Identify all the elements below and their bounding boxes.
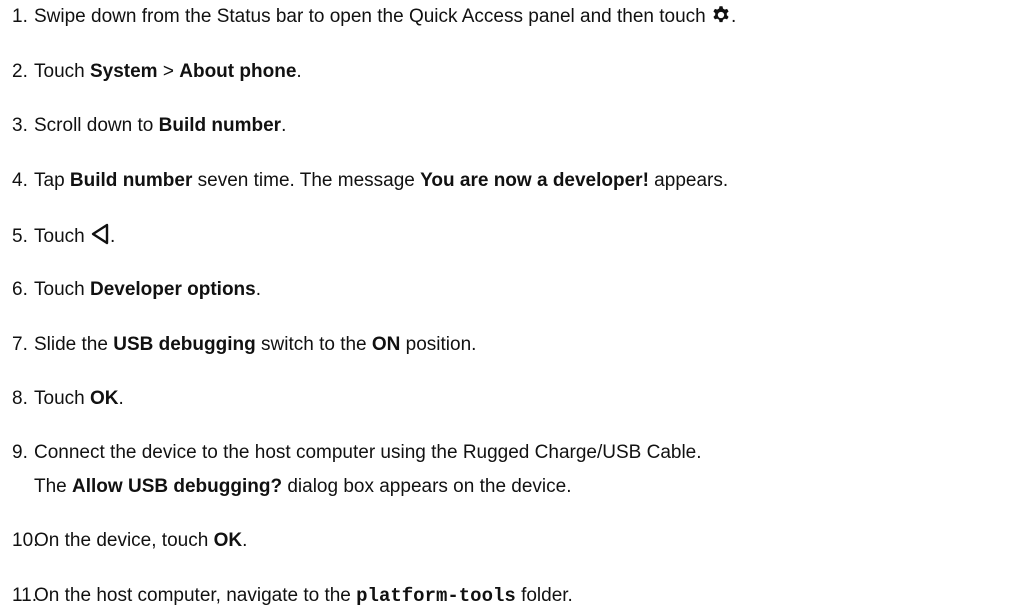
step-text-end: . (118, 388, 124, 409)
step-number: 6. (12, 279, 28, 300)
step-4: 4. Tap Build number seven time. The messa… (12, 169, 728, 193)
step-1: 1. Swipe down from the Status bar to open… (12, 5, 736, 32)
step-text-end: . (255, 279, 262, 300)
step-number: 2. (12, 61, 28, 82)
step-text: The (34, 476, 73, 497)
step-text-end: position. (400, 334, 477, 355)
ui-term-ok: OK (213, 530, 243, 551)
ui-term-developer-options: Developer options (89, 279, 256, 300)
step-text-end: dialog box appears on the device. (282, 476, 572, 497)
step-text: Touch (34, 226, 90, 247)
step-5: 5. Touch . (12, 223, 115, 252)
step-7: 7. Slide the USB debugging switch to the … (12, 333, 476, 357)
step-number: 3. (12, 115, 28, 136)
step-text: seven time. The message (192, 170, 421, 191)
step-number: 11. (12, 585, 38, 606)
back-triangle-icon (90, 223, 110, 252)
step-text-end: appears. (648, 170, 729, 191)
step-text-end: . (109, 226, 116, 247)
step-text-end: folder. (515, 585, 573, 606)
step-text: Tap (34, 170, 70, 191)
ui-term-on: ON (371, 334, 401, 355)
step-9: 9. Connect the device to the host compute… (12, 441, 702, 465)
step-text: Touch (34, 279, 90, 300)
step-text: Connect the device to the host computer … (34, 442, 702, 463)
step-number: 8. (12, 388, 28, 409)
step-text: On the device, touch (34, 530, 214, 551)
ui-term-developer-message: You are now a developer! (420, 170, 649, 191)
step-8: 8. Touch OK. (12, 387, 124, 411)
ui-term-build-number: Build number (158, 115, 282, 136)
step-text-end: . (731, 6, 737, 27)
ui-term-build-number: Build number (69, 170, 193, 191)
step-text: switch to the (255, 334, 372, 355)
step-number: 4. (12, 170, 28, 191)
step-text: On the host computer, navigate to the (34, 585, 357, 606)
step-number: 9. (12, 442, 28, 463)
step-text: Touch (34, 388, 90, 409)
ui-term-usb-debugging: USB debugging (113, 334, 256, 355)
step-text: Swipe down from the Status bar to open t… (34, 6, 712, 27)
folder-name: platform-tools (356, 585, 516, 607)
step-text: Touch (34, 61, 90, 82)
step-text: Slide the (34, 334, 114, 355)
step-number: 5. (12, 226, 28, 247)
step-text-end: . (296, 61, 302, 82)
ui-term-allow-usb-debugging: Allow USB debugging? (72, 476, 283, 497)
step-6: 6. Touch Developer options. (12, 278, 261, 302)
step-10: 10.On the device, touch OK. (12, 529, 247, 553)
step-text: Scroll down to (34, 115, 159, 136)
step-text-end: . (281, 115, 287, 136)
ui-term-about-phone: About phone (179, 61, 297, 82)
separator: > (157, 61, 180, 82)
step-number: 7. (12, 334, 28, 355)
ui-term-system: System (89, 61, 158, 82)
step-2: 2. Touch System > About phone. (12, 60, 302, 84)
ui-term-ok: OK (89, 388, 119, 409)
step-number: 1. (12, 6, 28, 27)
step-text-end: . (242, 530, 248, 551)
step-11: 11.On the host computer, navigate to the… (12, 584, 573, 608)
step-9-continuation: The Allow USB debugging? dialog box appe… (34, 475, 572, 499)
gear-icon (711, 5, 731, 32)
step-number: 10. (12, 530, 39, 551)
step-3: 3. Scroll down to Build number. (12, 114, 286, 138)
